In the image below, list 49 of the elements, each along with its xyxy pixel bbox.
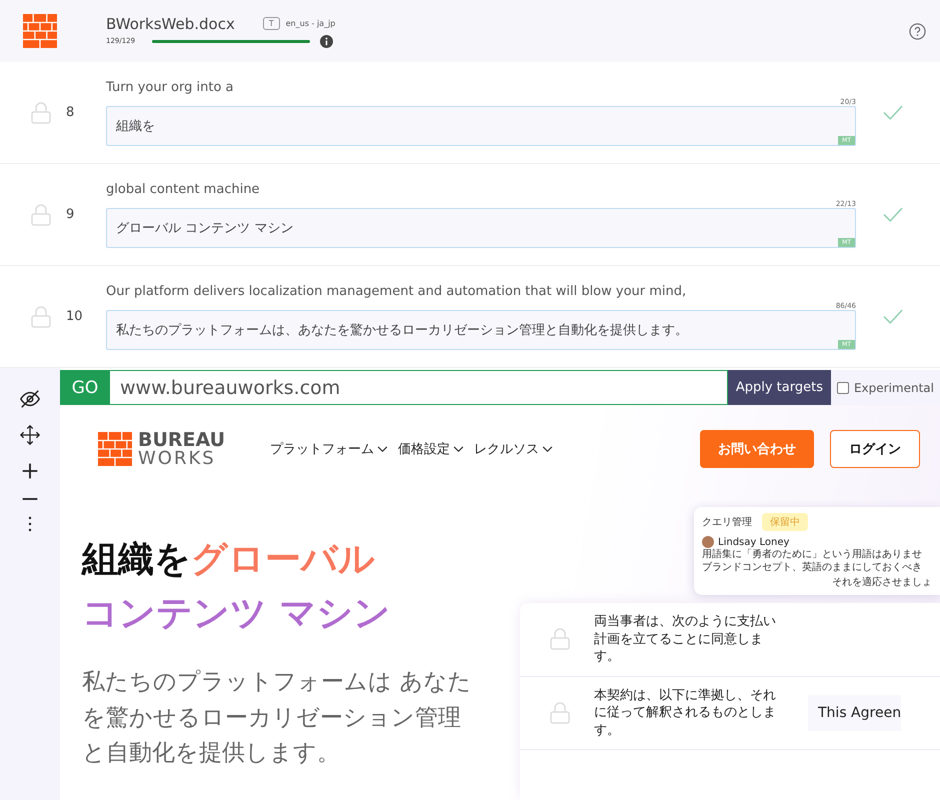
lock-icon (550, 628, 570, 650)
avatar-icon (702, 536, 714, 548)
checkbox-label: Experimental (854, 380, 934, 394)
hero-title: 組織をグローバル コンテンツ マシン (82, 538, 392, 636)
segment-text: 本契約は、以下に準拠し、それに従って解釈されるものとします。 (594, 686, 777, 740)
logo-text: WORKS (138, 450, 217, 468)
chevron-down-icon (542, 446, 553, 452)
source-text: Turn your org into a (106, 80, 235, 94)
lock-icon (31, 102, 51, 124)
chevron-down-icon (377, 446, 388, 452)
apply-targets-button[interactable]: Apply targets (728, 370, 831, 405)
logo-icon (22, 14, 58, 48)
url-field[interactable]: www.bureauworks.com (110, 370, 728, 405)
lock-icon (550, 702, 570, 724)
nav-menu-item[interactable]: プラットフォーム (270, 440, 388, 458)
move-icon[interactable] (19, 424, 41, 446)
checkmark-icon[interactable] (883, 207, 903, 222)
nav-menu-item[interactable]: レクルソス (474, 440, 553, 458)
logo-text: BUREAU (138, 430, 226, 450)
experimental-checkbox[interactable] (836, 382, 849, 394)
checkmark-icon[interactable] (883, 105, 903, 120)
query-action: それを適応させましょ (831, 576, 932, 589)
query-comment: ブランドコンセプト、英語のままにしておくべき (702, 562, 923, 574)
hero-subtitle: 私たちのプラットフォームは あなたを驚かせるローカリゼーション管理と自動化を提供します。 (82, 668, 472, 768)
user-name: Lindsay Loney (718, 536, 790, 548)
help-icon[interactable] (909, 22, 926, 40)
checkmark-icon[interactable] (883, 309, 903, 324)
segment-text: 両当事者は、次のように支払い計画を立てることに同意します。 (594, 613, 777, 666)
segment-number: 8 (66, 105, 76, 120)
source-text: global content machine (106, 182, 261, 196)
more-icon[interactable] (27, 516, 33, 532)
eye-off-icon[interactable] (19, 388, 41, 410)
query-title: クエリ管理 (702, 516, 752, 529)
info-icon[interactable] (320, 34, 333, 48)
query-comment: 用語集に「勇者のために」という用語はありませ (702, 549, 923, 561)
logo-icon (98, 432, 132, 466)
source-text: Our platform delivers localization management and automation that will blow your mind, (106, 284, 688, 298)
chevron-down-icon (453, 446, 464, 452)
segment-number: 9 (66, 207, 76, 222)
agreement-text: This Agreen (808, 694, 902, 731)
lock-icon (31, 306, 51, 328)
file-name: BWorksWeb.docx (106, 14, 235, 32)
segment-number: 10 (66, 309, 84, 324)
type-badge: T (262, 17, 280, 30)
nav-menu-item[interactable]: 価格設定 (398, 440, 464, 458)
language-pair: en_us - ja_jp (286, 19, 336, 28)
lock-icon (31, 204, 51, 226)
login-button[interactable]: ログイン (830, 430, 920, 468)
status-badge: 保留中 (762, 513, 808, 531)
